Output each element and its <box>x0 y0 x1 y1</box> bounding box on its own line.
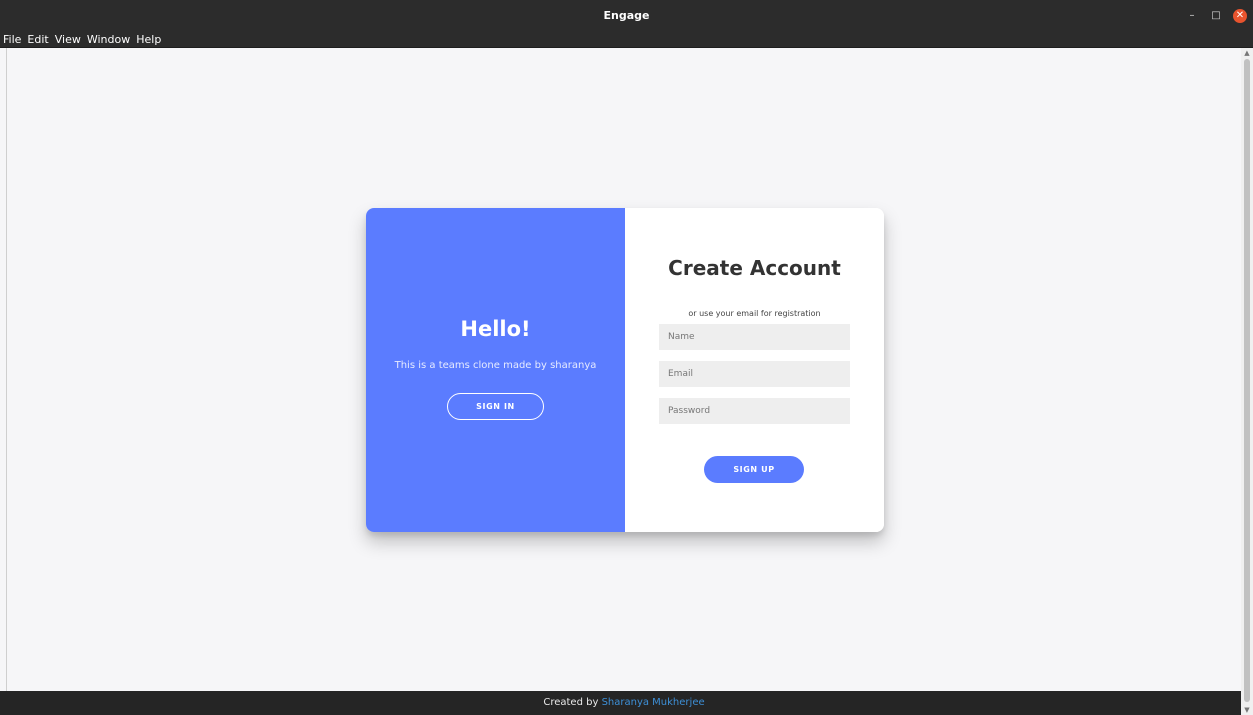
menu-window[interactable]: Window <box>87 31 130 48</box>
author-link[interactable]: Sharanya Mukherjee <box>602 697 705 708</box>
menu-bar: File Edit View Window Help <box>0 31 1253 48</box>
window-controls: – □ ✕ <box>1185 0 1247 31</box>
menu-edit[interactable]: Edit <box>27 31 48 48</box>
vertical-scrollbar[interactable]: ▲ ▼ <box>1241 48 1253 715</box>
minimize-icon[interactable]: – <box>1185 9 1199 23</box>
sign-up-button[interactable]: SIGN UP <box>704 456 804 483</box>
window-left-border <box>0 48 7 691</box>
title-bar[interactable]: Engage – □ ✕ <box>0 0 1253 31</box>
footer-left-border <box>0 691 7 715</box>
name-input[interactable] <box>659 324 850 350</box>
welcome-subtitle: This is a teams clone made by sharanya <box>394 360 597 371</box>
app-window: Engage – □ ✕ File Edit View Window Help … <box>0 0 1253 715</box>
password-input[interactable] <box>659 398 850 424</box>
footer-prefix: Created by <box>543 697 602 708</box>
close-icon[interactable]: ✕ <box>1233 8 1247 23</box>
welcome-panel: Hello! This is a teams clone made by sha… <box>366 208 625 532</box>
menu-file[interactable]: File <box>3 31 21 48</box>
create-account-heading: Create Account <box>668 256 841 280</box>
registration-note: or use your email for registration <box>688 309 821 318</box>
scrollbar-thumb[interactable] <box>1244 59 1250 702</box>
maximize-icon[interactable]: □ <box>1209 9 1223 23</box>
scroll-down-arrow-icon[interactable]: ▼ <box>1241 705 1253 715</box>
signup-panel: Create Account or use your email for reg… <box>625 208 884 532</box>
sign-in-button[interactable]: SIGN IN <box>447 393 544 420</box>
auth-card: Hello! This is a teams clone made by sha… <box>366 208 884 532</box>
scroll-up-arrow-icon[interactable]: ▲ <box>1241 48 1253 58</box>
email-input[interactable] <box>659 361 850 387</box>
menu-view[interactable]: View <box>55 31 81 48</box>
window-title: Engage <box>603 9 650 22</box>
welcome-heading: Hello! <box>460 317 531 341</box>
footer: Created by Sharanya Mukherjee <box>7 691 1241 715</box>
menu-help[interactable]: Help <box>136 31 161 48</box>
